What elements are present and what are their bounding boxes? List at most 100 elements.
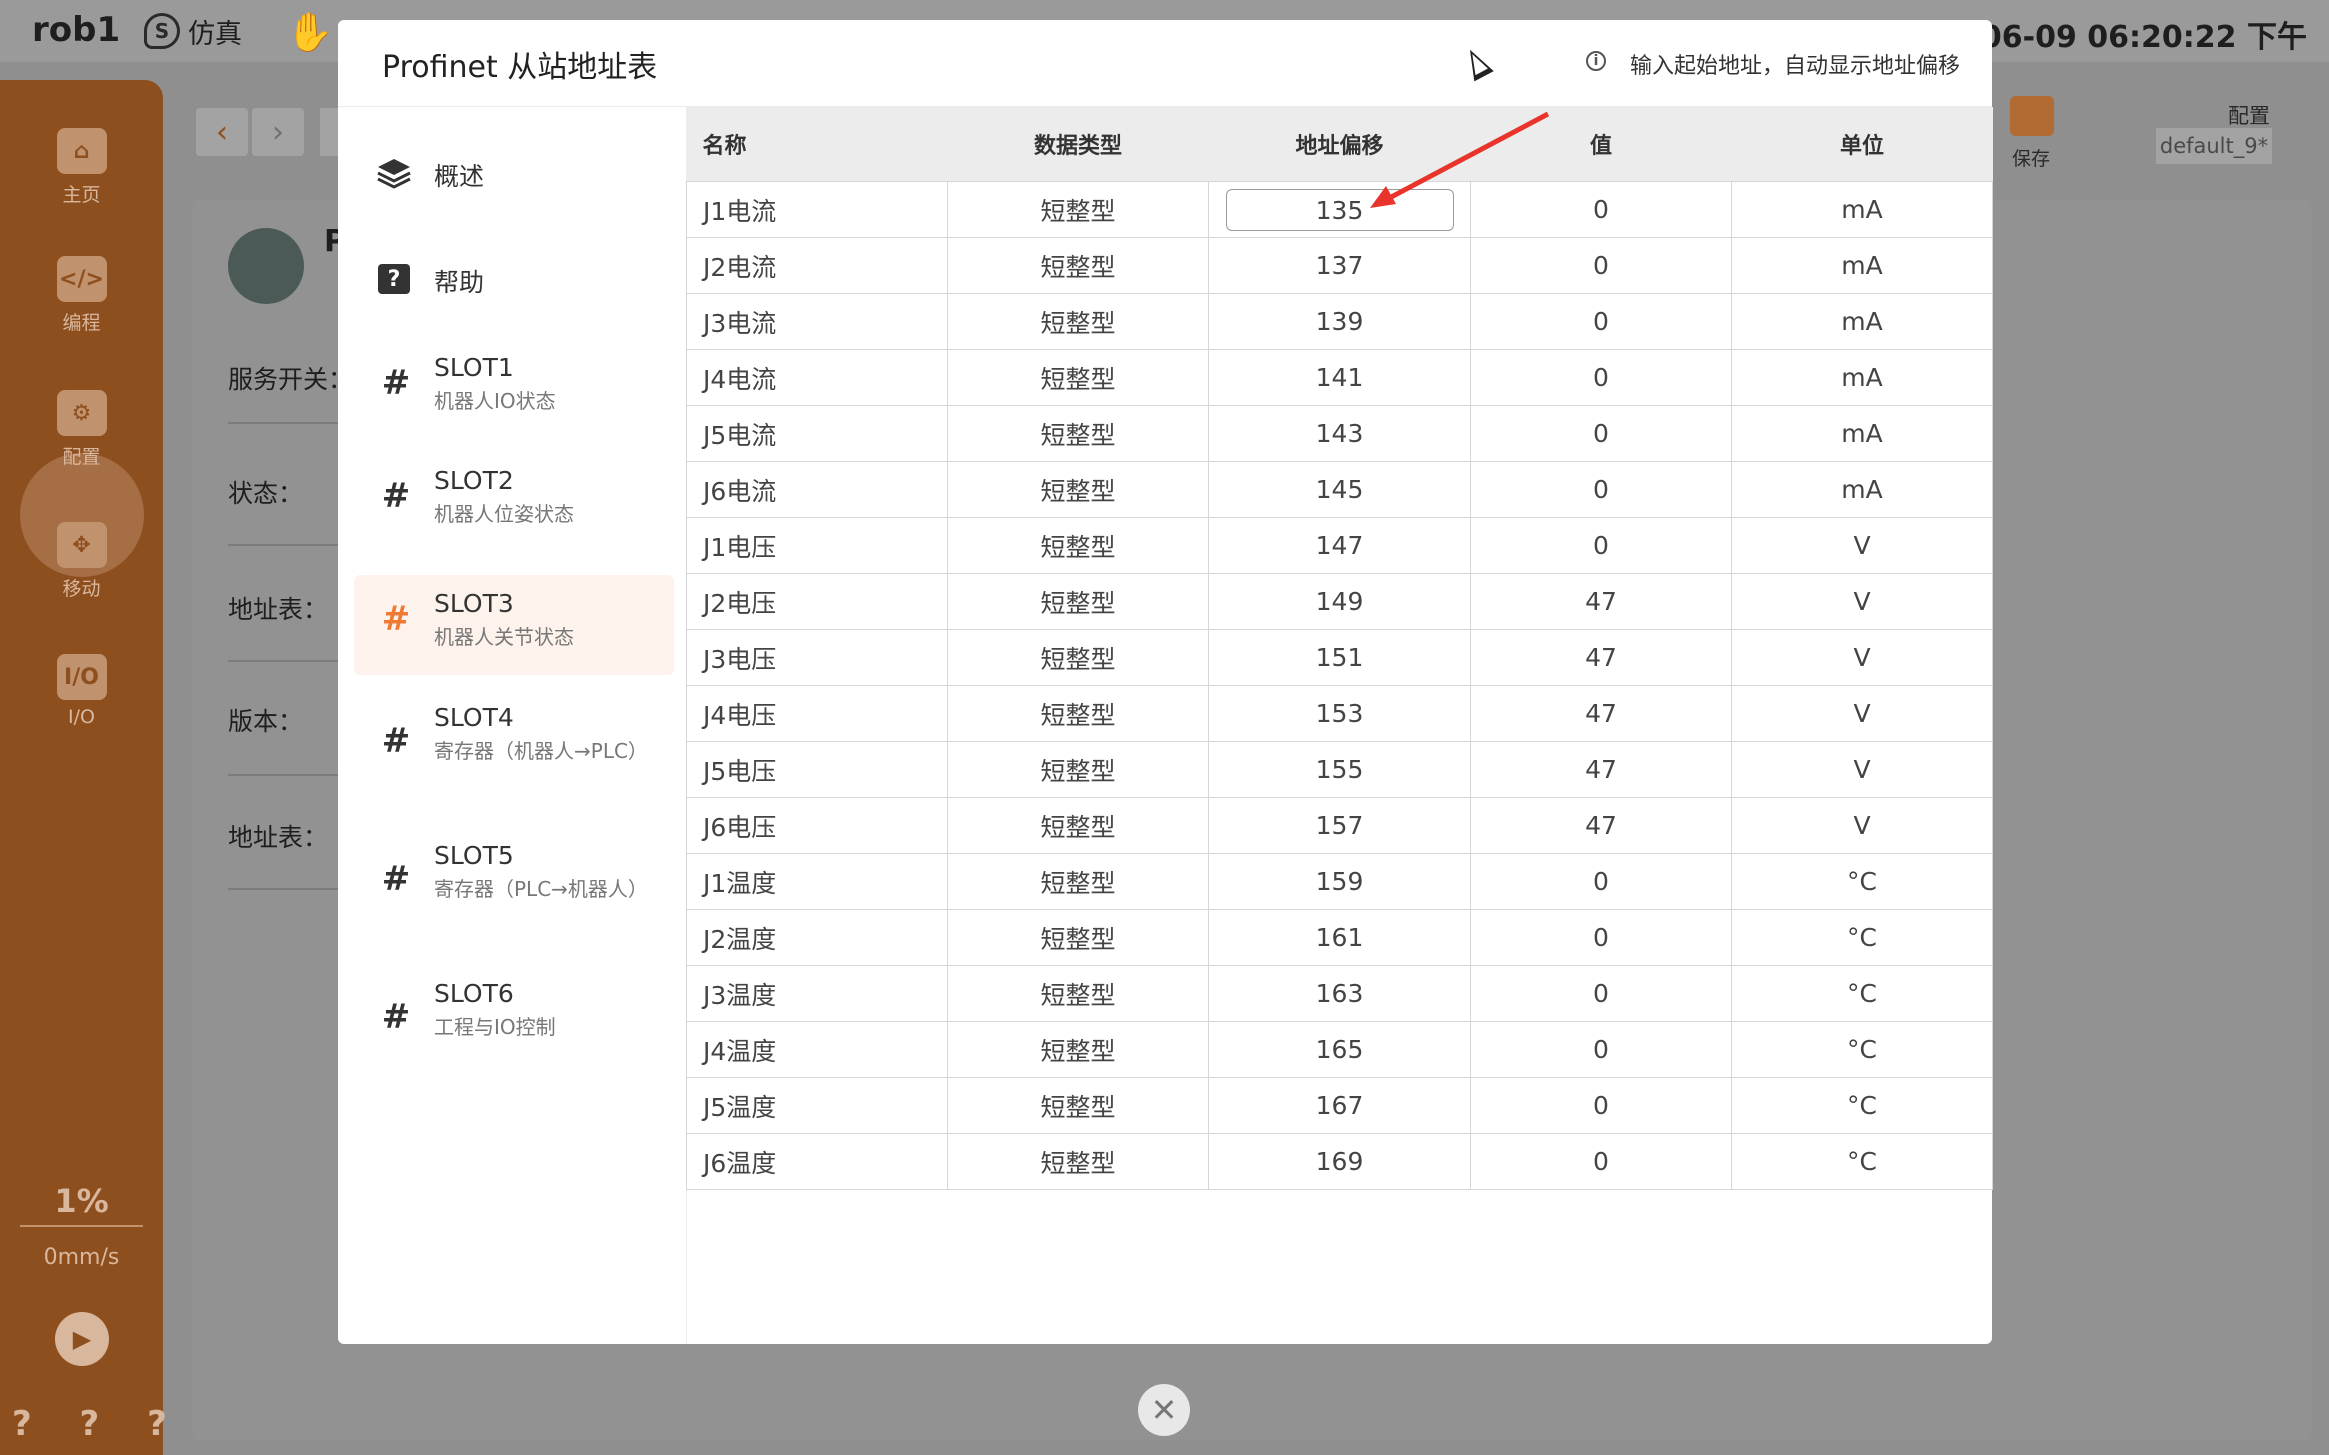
cell-offset: 159 [1208,853,1471,910]
config-icon: ⚙ [56,390,107,436]
nav-home[interactable]: ⌂ 主页 [0,128,163,207]
table-row: J6电流 短整型 145 0 mA [686,461,1993,518]
info-icon: i [1586,51,1606,71]
cell-type: 短整型 [947,797,1209,854]
hash-icon: # [381,476,411,516]
robot-name: rob1 [32,10,121,50]
cell-type: 短整型 [947,517,1209,574]
cell-type: 短整型 [947,461,1209,518]
bg-label-address-2: 地址表： [228,823,329,852]
address-table-dialog: Profinet 从站地址表 i 输入起始地址，自动显示地址偏移 概述 ? 帮助… [338,20,1993,1344]
table-row: J2电流 短整型 137 0 mA [686,237,1993,294]
save-label: 保存 [2012,148,2051,170]
hash-icon: # [381,859,411,899]
cell-unit: °C [1731,853,1993,910]
dialog-nav: 概述 ? 帮助 # SLOT1 机器人IO状态 # SLOT2 机器人位姿状态 … [338,107,687,1344]
cell-offset: 169 [1208,1133,1471,1190]
table-row: J4温度 短整型 165 0 °C [686,1021,1993,1078]
dialog-header: Profinet 从站地址表 i 输入起始地址，自动显示地址偏移 [338,20,1992,107]
cell-value: 0 [1470,349,1732,406]
hash-icon: # [381,997,411,1037]
nav-slot4[interactable]: # SLOT4 寄存器（机器人→PLC） [354,697,674,809]
nav-overview-label: 概述 [434,162,485,191]
dialog-title: Profinet 从站地址表 [382,50,658,85]
cell-offset: 155 [1208,741,1471,798]
divider [228,888,338,890]
profinet-logo [228,228,304,304]
cell-offset: 139 [1208,293,1471,350]
table-row: J3电流 短整型 139 0 mA [686,293,1993,350]
col-header-name: 名称 [686,107,948,182]
play-button[interactable]: ▶ [55,1312,109,1366]
nav-io[interactable]: I/O I/O [0,654,163,728]
simulation-toggle[interactable]: S 仿真 [144,10,242,52]
table-row: J1电压 短整型 147 0 V [686,517,1993,574]
play-icon: ▶ [72,1325,92,1353]
cell-unit: °C [1731,1021,1993,1078]
chevron-left-icon: ‹ [216,114,228,150]
cell-name: J4温度 [686,1021,948,1078]
table-row: J4电压 短整型 153 47 V [686,685,1993,742]
close-icon: ✕ [1150,1391,1178,1429]
nav-slot4-label: SLOT4 [434,703,514,732]
nav-config[interactable]: ⚙ 配置 [0,390,163,469]
bg-label-service: 服务开关： [228,365,354,394]
cell-offset: 163 [1208,965,1471,1022]
cell-type: 短整型 [947,685,1209,742]
cell-offset: 153 [1208,685,1471,742]
cell-offset: 143 [1208,405,1471,462]
save-icon[interactable] [2010,96,2054,136]
divider [228,422,338,424]
cell-offset: 149 [1208,573,1471,630]
nav-help-label: 帮助 [434,268,485,297]
cell-name: J2温度 [686,909,948,966]
cell-name: J6电流 [686,461,948,518]
nav-move[interactable]: ✥ 移动 [0,522,163,601]
table-row: J1电流 短整型 135 0 mA [686,181,1993,238]
cell-offset: 145 [1208,461,1471,518]
start-address-input[interactable]: 135 [1225,188,1454,231]
cell-name: J5电流 [686,405,948,462]
nav-slot2-sub: 机器人位姿状态 [434,502,574,526]
nav-slot3[interactable]: # SLOT3 机器人关节状态 [354,575,674,675]
table-header-row: 名称 数据类型 地址偏移 值 单位 [686,107,1993,182]
cell-value: 0 [1470,517,1732,574]
back-button[interactable]: ‹ [196,108,248,156]
cell-unit: V [1731,797,1993,854]
nav-program[interactable]: </> 编程 [0,256,163,335]
forward-button[interactable]: › [252,108,304,156]
nav-help[interactable]: ? 帮助 [354,237,674,327]
nav-slot6[interactable]: # SLOT6 工程与IO控制 [354,973,674,1073]
hash-icon: # [381,363,411,403]
table-row: J3温度 短整型 163 0 °C [686,965,1993,1022]
table-row: J5温度 短整型 167 0 °C [686,1077,1993,1134]
cell-value: 0 [1470,293,1732,350]
hash-icon: # [381,599,411,639]
nav-slot6-sub: 工程与IO控制 [434,1015,556,1039]
cell-value: 47 [1470,741,1732,798]
config-select[interactable]: default_9* [2156,128,2272,164]
hand-icon[interactable]: ✋ [286,10,333,55]
nav-slot5[interactable]: # SLOT5 寄存器（PLC→机器人） [354,835,674,947]
nav-slot5-sub: 寄存器（PLC→机器人） [434,877,648,901]
cell-name: J3电压 [686,629,948,686]
cell-offset: 151 [1208,629,1471,686]
nav-overview[interactable]: 概述 [354,117,674,227]
cell-name: J6温度 [686,1133,948,1190]
cell-type: 短整型 [947,1133,1209,1190]
cell-type: 短整型 [947,405,1209,462]
cell-unit: V [1731,573,1993,630]
col-header-value: 值 [1470,107,1732,182]
cell-name: J4电流 [686,349,948,406]
cell-value: 47 [1470,797,1732,854]
hash-icon: # [381,721,411,761]
cell-unit: V [1731,629,1993,686]
nav-slot2[interactable]: # SLOT2 机器人位姿状态 [354,452,674,552]
close-dialog-button[interactable]: ✕ [1138,1384,1190,1436]
cell-type: 短整型 [947,965,1209,1022]
nav-move-label: 移动 [62,578,101,600]
cell-unit: mA [1731,461,1993,518]
cell-unit: V [1731,741,1993,798]
cell-type: 短整型 [947,181,1209,238]
nav-slot1[interactable]: # SLOT1 机器人IO状态 [354,339,674,439]
